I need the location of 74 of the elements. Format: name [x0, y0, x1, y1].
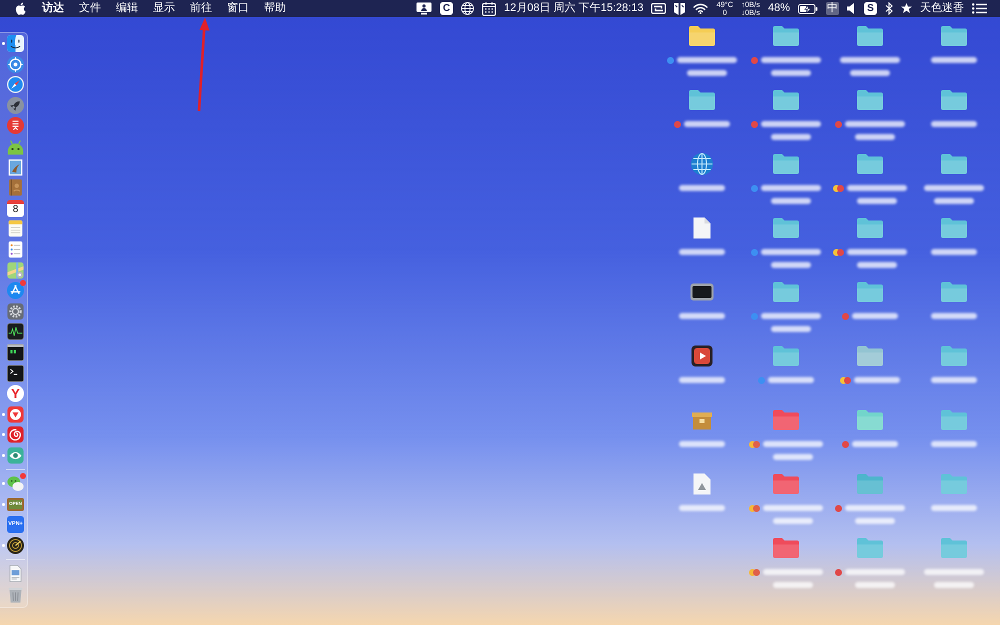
- document-icon[interactable]: [693, 217, 711, 239]
- console-icon[interactable]: [7, 344, 24, 361]
- letter-tile[interactable]: C: [440, 2, 454, 15]
- screen-toggle-icon[interactable]: [651, 3, 666, 14]
- apple-logo-icon[interactable]: [15, 2, 26, 15]
- menu-item[interactable]: 窗口: [227, 3, 249, 14]
- folder-icon[interactable]: [856, 409, 884, 431]
- folder-icon[interactable]: [940, 281, 968, 303]
- folder-icon[interactable]: [856, 25, 884, 47]
- battery-icon[interactable]: [798, 4, 818, 14]
- wifi-icon[interactable]: [693, 3, 708, 14]
- settings-icon[interactable]: [7, 302, 24, 320]
- menu-item[interactable]: 文件: [79, 3, 101, 14]
- folder-icon[interactable]: [940, 25, 968, 47]
- folder-icon[interactable]: [772, 25, 800, 47]
- compass-icon[interactable]: [7, 76, 24, 94]
- list-icon[interactable]: [972, 3, 987, 14]
- screen-icon[interactable]: [690, 283, 714, 301]
- contacts-book-icon[interactable]: [7, 179, 24, 196]
- display-icon[interactable]: [416, 2, 432, 15]
- app-menu[interactable]: 访达: [42, 3, 64, 14]
- terminal-icon[interactable]: [7, 364, 24, 382]
- folder-icon[interactable]: [772, 89, 800, 111]
- battery-percent[interactable]: 48%: [768, 3, 790, 14]
- triangle-disc-icon[interactable]: [7, 406, 24, 423]
- document-icon[interactable]: [7, 565, 24, 582]
- folder-icon[interactable]: [772, 153, 800, 175]
- robot-head-icon[interactable]: [7, 138, 24, 155]
- folder-icon[interactable]: [772, 217, 800, 239]
- menu-item[interactable]: 前往: [190, 3, 212, 14]
- app-store-icon[interactable]: [7, 282, 24, 300]
- folder-icon[interactable]: [772, 537, 800, 559]
- menu-item[interactable]: 编辑: [116, 3, 138, 14]
- folder-icon[interactable]: [856, 89, 884, 111]
- swirl-icon[interactable]: [7, 426, 24, 444]
- folder-icon[interactable]: [856, 217, 884, 239]
- folder-icon[interactable]: [940, 89, 968, 111]
- ring-icon[interactable]: [7, 56, 24, 73]
- calendar-tile[interactable]: 8: [7, 200, 24, 217]
- folder-icon[interactable]: [856, 345, 884, 367]
- folder-icon[interactable]: [940, 153, 968, 175]
- chat-bubbles-icon[interactable]: [7, 475, 24, 492]
- folder-icon[interactable]: [688, 25, 716, 47]
- folder-icon[interactable]: [772, 345, 800, 367]
- map-icon[interactable]: [7, 262, 24, 279]
- radar-icon[interactable]: [7, 536, 24, 554]
- rocket-icon[interactable]: [7, 96, 24, 114]
- folder-icon[interactable]: [688, 89, 716, 111]
- folder-icon[interactable]: [940, 217, 968, 239]
- folder-icon[interactable]: [772, 281, 800, 303]
- folder-icon[interactable]: [856, 153, 884, 175]
- calendar-icon[interactable]: [482, 2, 496, 16]
- user-name[interactable]: 天色迷香: [920, 3, 964, 14]
- lines-disc-icon[interactable]: [7, 117, 24, 134]
- input-method[interactable]: 中: [826, 2, 839, 15]
- two-tone-face-icon[interactable]: [7, 35, 24, 52]
- activity-graph-icon[interactable]: [7, 323, 24, 340]
- checklist-icon[interactable]: [7, 240, 24, 258]
- folder-icon[interactable]: [856, 281, 884, 303]
- date-time[interactable]: 12月08日 周六 下午15:28:13: [504, 3, 644, 14]
- menu-item[interactable]: 显示: [153, 3, 175, 14]
- menu-item[interactable]: 帮助: [264, 3, 286, 14]
- folder-icon[interactable]: [940, 345, 968, 367]
- framed-picture-icon[interactable]: [7, 158, 24, 176]
- eye-icon[interactable]: [7, 446, 24, 464]
- trash-icon[interactable]: [7, 586, 24, 603]
- notepad-icon[interactable]: [7, 220, 24, 238]
- play-icon[interactable]: [691, 345, 713, 367]
- file-icon[interactable]: [693, 473, 711, 495]
- bluetooth-icon[interactable]: [885, 2, 893, 15]
- star-icon[interactable]: [901, 3, 912, 14]
- logo-icon[interactable]: [674, 2, 686, 14]
- letter-tile[interactable]: S: [864, 2, 877, 15]
- speaker-icon[interactable]: [847, 3, 856, 14]
